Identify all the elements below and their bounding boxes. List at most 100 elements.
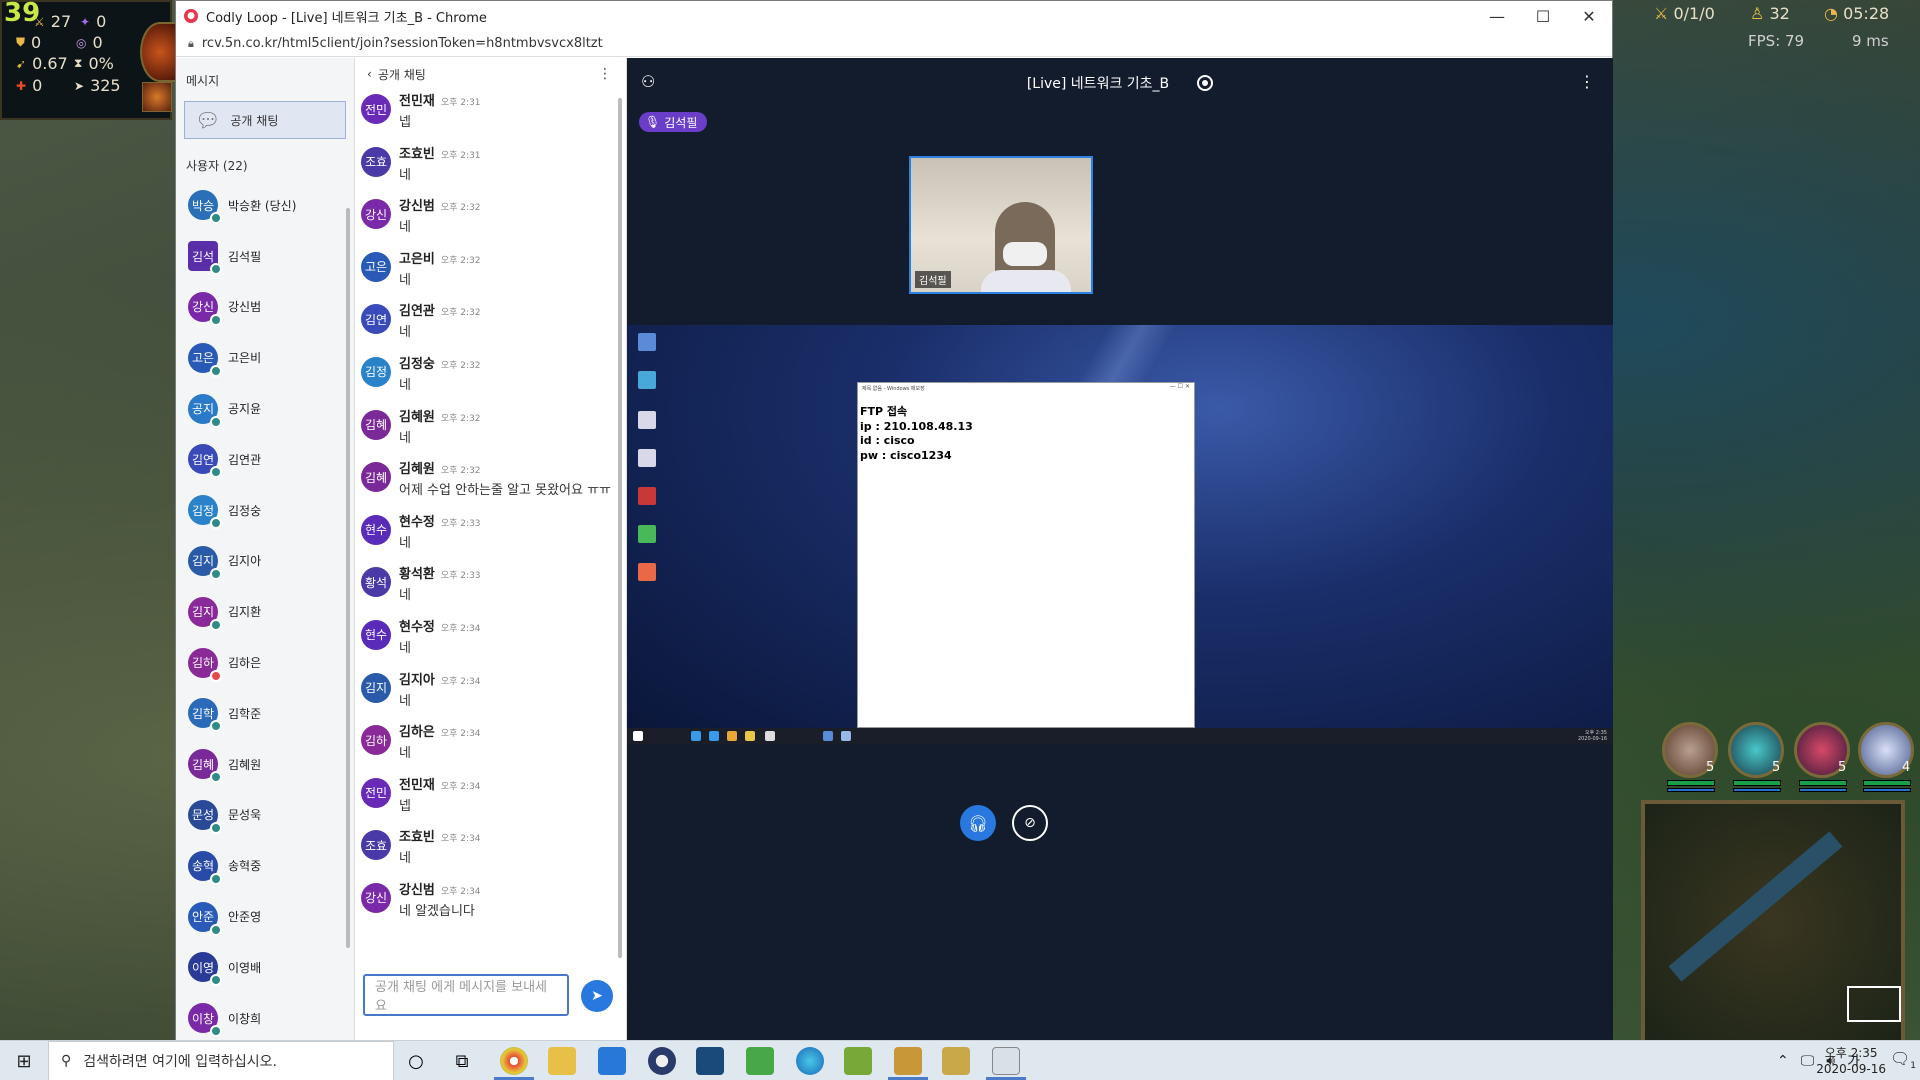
sword-icon: ⚔: [1654, 4, 1669, 23]
user-list-item[interactable]: 안준 안준영: [176, 891, 354, 942]
network-icon[interactable]: 🖵︎: [1801, 1053, 1815, 1069]
user-list-item[interactable]: 김정 김정숭: [176, 485, 354, 536]
folder-taskbar-icon[interactable]: [548, 1047, 576, 1075]
item-slot[interactable]: [142, 82, 172, 112]
remote-clock-date: 2020-09-16: [1577, 736, 1607, 742]
avatar: 김하: [361, 725, 391, 756]
user-list-item[interactable]: 김하 김하은: [176, 637, 354, 688]
audio-button[interactable]: 🎧︎: [960, 805, 996, 841]
app-icon: [638, 487, 656, 505]
start-button[interactable]: ⊞: [0, 1041, 48, 1080]
minimap-camera-frame[interactable]: [1847, 986, 1901, 1022]
chat-message-input[interactable]: 공개 채팅 에게 메시지를 보내세요: [363, 974, 569, 1016]
user-list-item[interactable]: 김지 김지아: [176, 536, 354, 587]
status-indicator: [210, 567, 222, 580]
cortana-button[interactable]: ○: [400, 1045, 432, 1077]
message-text: 넵: [399, 115, 411, 130]
user-list-item[interactable]: 김연 김연관: [176, 434, 354, 485]
camera-button[interactable]: ⊘: [1012, 805, 1048, 841]
mail-taskbar-icon[interactable]: [598, 1047, 626, 1075]
eclipse-taskbar-icon[interactable]: [648, 1047, 676, 1075]
user-list-item[interactable]: 김학 김학준: [176, 688, 354, 739]
user-list-item[interactable]: 김석 김석필: [176, 231, 354, 282]
app-taskbar-icon[interactable]: [696, 1047, 724, 1075]
ally-mana-bar: [1863, 788, 1911, 792]
game-time-value: 05:28: [1843, 4, 1890, 23]
avatar-initials: 이창: [191, 1011, 215, 1026]
app-taskbar-icon[interactable]: [992, 1047, 1020, 1075]
minimap[interactable]: [1641, 800, 1905, 1044]
chevron-left-icon[interactable]: ‹: [367, 67, 372, 81]
user-list-item[interactable]: 김혜 김혜원: [176, 739, 354, 790]
avatar: 조효: [361, 146, 391, 177]
chrome-taskbar-icon[interactable]: [500, 1047, 528, 1075]
edge-taskbar-icon[interactable]: [796, 1047, 824, 1075]
message-sender: 김지아: [399, 672, 435, 688]
ally-health-bar: [1733, 780, 1781, 786]
chat-header[interactable]: ‹ 공개 채팅: [355, 58, 626, 90]
sidebar-scrollbar[interactable]: [346, 208, 350, 948]
chat-message: 김하 김하은 오후 2:34 네: [355, 721, 617, 774]
user-list-item[interactable]: 김지 김지환: [176, 586, 354, 637]
webcam-video[interactable]: 김석필: [909, 156, 1093, 294]
chat-bubble-icon: 💬︎: [195, 108, 221, 132]
avatar: 김연: [188, 444, 222, 479]
user-list-item[interactable]: 공지 공지윤: [176, 383, 354, 434]
stat-ability-power: ✦ 0: [80, 12, 106, 31]
record-icon[interactable]: [1197, 75, 1214, 91]
kebab-menu-icon[interactable]: ⋮: [598, 66, 612, 82]
league-taskbar-icon[interactable]: [894, 1047, 922, 1075]
champion-portrait[interactable]: [140, 22, 180, 82]
video-person-mask: [1003, 242, 1047, 266]
notepad-line: ip : 210.108.48.13: [860, 419, 973, 433]
message-time: 오후 2:34: [440, 623, 481, 634]
chat-message: 김혜 김혜원 오후 2:32 어제 수업 안하는줄 알고 못왔어요 ㅠㅠ: [355, 458, 617, 511]
minimize-button[interactable]: —: [1474, 1, 1520, 31]
address-bar[interactable]: 🔒︎ rcv.5n.co.kr/html5client/join?session…: [176, 31, 1612, 57]
user-list-item[interactable]: 송혁 송혁중: [176, 840, 354, 891]
user-name: 강신범: [228, 300, 262, 315]
user-list-item[interactable]: 이창 이창희: [176, 993, 354, 1044]
user-list-item[interactable]: 이영 이영배: [176, 942, 354, 993]
cs-value: 32: [1769, 4, 1790, 23]
avatar-initials: 김지: [191, 554, 215, 569]
user-list-item[interactable]: 고은 고은비: [176, 332, 354, 383]
user-list-item[interactable]: 강신 강신범: [176, 282, 354, 333]
taskbar-clock[interactable]: 오후 2:35 2020-09-16: [1816, 1045, 1886, 1077]
league-client-taskbar-icon[interactable]: [942, 1047, 970, 1075]
chevron-up-icon[interactable]: ⌃: [1777, 1053, 1789, 1069]
message-text: 네: [399, 851, 411, 867]
close-button[interactable]: ✕: [1566, 1, 1612, 31]
user-settings-icon[interactable]: ⚇: [641, 72, 655, 91]
user-list-item[interactable]: 문성 문성욱: [176, 790, 354, 841]
message-time: 오후 2:32: [440, 360, 481, 371]
app-icon: [638, 563, 656, 581]
bluestacks-taskbar-icon[interactable]: [844, 1047, 872, 1075]
chat-scrollbar[interactable]: [618, 98, 622, 958]
user-name: 김혜원: [228, 757, 262, 772]
task-view-button[interactable]: ⧉: [446, 1045, 478, 1077]
user-name: 문성욱: [228, 808, 262, 823]
search-placeholder: 검색하려면 여기에 입력하십시오.: [83, 1054, 277, 1070]
shortcut-icon: [638, 449, 656, 467]
message-text: 넵: [399, 798, 411, 814]
screen-share[interactable]: 제목 없음 - Windows 메모장 — ☐ ✕ FTP 접속 ip : 21…: [627, 325, 1613, 744]
user-name: 이창희: [228, 1011, 262, 1026]
taskbar-search[interactable]: ⚲ 검색하려면 여기에 입력하십시오.: [48, 1041, 394, 1080]
window-titlebar[interactable]: ● Codly Loop - [Live] 네트워크 기초_B - Chrome…: [176, 1, 1612, 31]
media-taskbar-icon[interactable]: [746, 1047, 774, 1075]
kebab-menu-icon[interactable]: ⋮: [1579, 72, 1595, 91]
desktop-icon-shortcut: [635, 449, 659, 469]
maximize-button[interactable]: ☐: [1520, 1, 1566, 31]
chat-message: 전민 전민재 오후 2:31 넵: [355, 90, 617, 143]
stat-armor: ⛊ 0: [16, 33, 41, 52]
minimap-river: [1668, 831, 1843, 982]
notification-icon[interactable]: 🗨︎1: [1890, 1049, 1916, 1071]
sidebar-item-public-chat[interactable]: 💬︎ 공개 채팅: [184, 101, 346, 139]
user-list-item[interactable]: 박승 박승환 (당신): [176, 180, 354, 231]
message-sender: 김혜원: [399, 409, 435, 425]
avatar: 박승: [188, 190, 222, 225]
message-body: 고은비 오후 2:32 네: [399, 248, 481, 288]
send-button[interactable]: ➤: [581, 980, 613, 1012]
stat-value: 0: [32, 76, 43, 95]
